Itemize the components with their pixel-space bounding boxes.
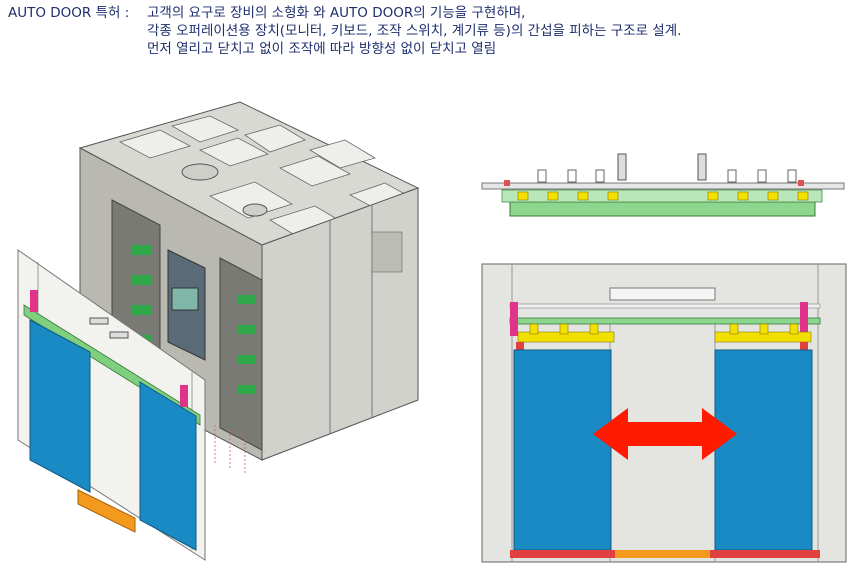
description-line-3: 먼저 열리고 닫치고 없이 조작에 따라 방향성 없이 닫치고 열림 — [147, 41, 497, 57]
isometric-equipment-figure — [17, 101, 420, 561]
top-view-figure — [481, 153, 845, 217]
patent-label: AUTO DOOR 특허 : — [8, 5, 130, 21]
front-view-figure — [481, 263, 847, 563]
description-line-1: 고객의 요구로 장비의 소형화 와 AUTO DOOR의 기능을 구현하며, — [147, 5, 526, 21]
description-line-2: 각종 오퍼레이션용 장치(모니터, 키보드, 조작 스위치, 계기류 등)의 간… — [147, 23, 682, 39]
